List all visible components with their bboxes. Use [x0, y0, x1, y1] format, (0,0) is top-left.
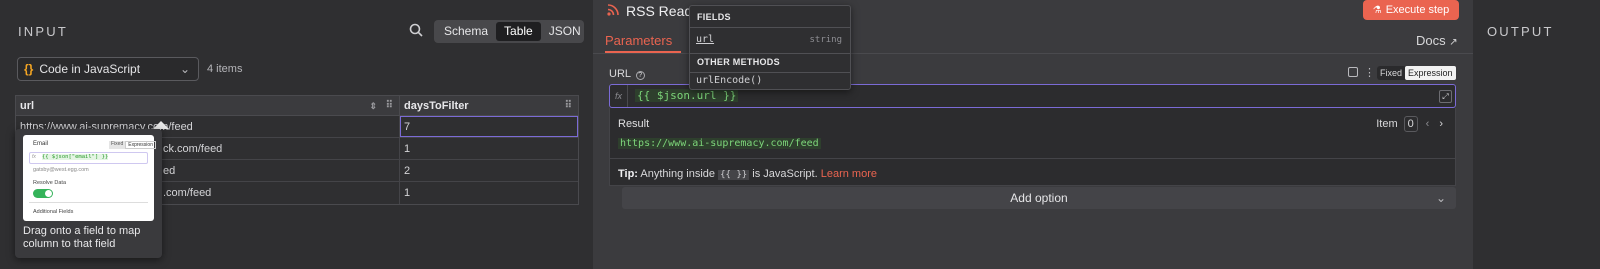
table-cell-days[interactable]: 1	[400, 182, 578, 204]
table-cell-days[interactable]: 7	[400, 116, 578, 137]
autocomplete-item-type: string	[809, 35, 842, 45]
table-header: url ⇕ ⠿ daysToFilter ⠿	[16, 96, 578, 116]
autocomplete-divider	[690, 53, 850, 54]
autocomplete-methods-title: OTHER METHODS	[697, 57, 780, 67]
sort-icon[interactable]: ⇕	[369, 96, 377, 116]
tab-json[interactable]: JSON	[541, 22, 589, 41]
add-option-button[interactable]: Add option ⌄	[622, 187, 1456, 209]
preview-expression: Expression	[125, 141, 156, 149]
expression-tip: Tip: Anything inside {{ }} is JavaScript…	[618, 168, 877, 180]
input-node-select-label: Code in JavaScript	[39, 62, 141, 76]
input-panel: INPUT Schema Table JSON {} Code in JavaS…	[0, 0, 593, 269]
open-expression-editor-icon[interactable]: ⤢	[1439, 90, 1452, 103]
table-cell-url-text: .com/feed	[163, 187, 212, 199]
expression-result-panel: Result Item 0 ‹ › https://www.ai-suprema…	[609, 108, 1456, 186]
preview-email-label: Email	[33, 141, 49, 147]
external-link-icon: ↗	[1449, 37, 1458, 48]
autocomplete-divider	[690, 27, 850, 28]
preview-divider	[29, 202, 148, 203]
learn-more-link[interactable]: Learn more	[821, 168, 877, 180]
tab-table[interactable]: Table	[496, 22, 541, 41]
tip-prefix: Tip:	[618, 168, 638, 180]
expression-code[interactable]: {{ $json.url }}	[635, 89, 739, 102]
table-cell-url-text: ed	[163, 165, 176, 177]
table-cell-days[interactable]: 2	[400, 160, 578, 181]
column-header-label: url	[20, 100, 35, 112]
tab-parameters[interactable]: Parameters	[605, 33, 672, 48]
table-cell-url-text: ck.com/feed	[163, 143, 223, 155]
result-label: Result	[618, 118, 650, 130]
tip-text-1: Anything inside	[640, 168, 716, 180]
execute-step-label: Execute step	[1385, 4, 1450, 16]
table-cell-days[interactable]: 1	[400, 138, 578, 159]
preview-resolve-label: Resolve Data	[33, 180, 67, 186]
add-option-label: Add option	[1010, 191, 1068, 205]
chevron-left-icon[interactable]: ‹	[1426, 118, 1430, 130]
tooltip-text: Drag onto a field to map column to that …	[23, 225, 141, 250]
preview-code: {{ $json["email"] }}	[42, 154, 109, 160]
column-header-label: daysToFilter	[404, 100, 469, 112]
item-index-input[interactable]: 0	[1403, 116, 1418, 132]
drag-handle-icon[interactable]: ⠿	[386, 96, 393, 116]
chevron-down-icon: ⌄	[179, 62, 190, 76]
preview-value: gatsby@west.egg.com	[33, 167, 89, 173]
url-parameter-label: URL ?	[609, 68, 645, 80]
fx-icon: fx	[610, 85, 628, 107]
autocomplete-fields-title: FIELDS	[697, 12, 731, 22]
preview-expression-box: fx {{ $json["email"] }}	[29, 152, 148, 164]
docs-link[interactable]: Docs ↗	[1416, 33, 1458, 48]
autocomplete-item-urlencode[interactable]: urlEncode()	[690, 72, 850, 90]
search-icon[interactable]	[409, 23, 423, 37]
preview-additional-label: Additional Fields	[33, 209, 74, 215]
drag-mapping-tooltip: Email Fixed Expression fx {{ $json["emai…	[15, 129, 162, 258]
mode-fixed[interactable]: Fixed	[1377, 66, 1405, 80]
preview-mode-toggle: Fixed Expression	[109, 141, 156, 149]
input-node-select[interactable]: {} Code in JavaScript ⌄	[17, 57, 199, 81]
code-braces-icon: {}	[24, 62, 34, 76]
tip-code: {{ }}	[718, 170, 750, 180]
help-circle-icon[interactable]: ?	[635, 71, 645, 80]
tip-text-2: is JavaScript.	[752, 168, 818, 180]
tooltip-arrow	[153, 121, 169, 129]
result-value: https://www.ai-supremacy.com/feed	[618, 138, 821, 149]
autocomplete-item-url[interactable]: url string	[690, 31, 850, 49]
column-header-url[interactable]: url ⇕ ⠿	[16, 96, 400, 115]
flask-icon: ⚗	[1372, 5, 1382, 16]
view-switcher: Schema Table JSON	[434, 20, 584, 43]
result-divider	[610, 158, 1455, 159]
mode-expression[interactable]: Expression	[1405, 66, 1456, 80]
url-label-text: URL	[609, 68, 631, 80]
drag-handle-icon[interactable]: ⠿	[565, 96, 572, 116]
preview-fx: fx	[32, 154, 36, 160]
autocomplete-popup: FIELDS url string OTHER METHODS urlEncod…	[689, 5, 851, 90]
chevron-down-icon: ⌄	[1435, 191, 1446, 205]
fixed-expression-toggle: Fixed Expression	[1377, 66, 1456, 80]
item-label: Item	[1376, 118, 1398, 130]
mapping-preview-image: Email Fixed Expression fx {{ $json["emai…	[23, 135, 156, 221]
execute-step-button[interactable]: ⚗ Execute step	[1363, 0, 1459, 20]
tab-schema[interactable]: Schema	[436, 22, 496, 41]
items-count: 4 items	[207, 63, 243, 75]
panel-toggle-icon[interactable]	[1348, 67, 1358, 77]
preview-fixed: Fixed	[109, 141, 126, 149]
docs-label: Docs	[1416, 33, 1446, 48]
item-selector: Item 0 ‹ ›	[1376, 116, 1443, 132]
more-options-icon[interactable]: ⋮	[1364, 66, 1375, 79]
node-title[interactable]: RSS Read	[626, 3, 692, 19]
output-panel-title: OUTPUT	[1487, 24, 1554, 39]
rss-icon	[607, 4, 619, 16]
output-panel: OUTPUT	[1473, 0, 1600, 269]
autocomplete-item-name: url	[696, 34, 715, 45]
preview-toggle	[33, 189, 53, 198]
input-panel-title: INPUT	[18, 24, 68, 39]
column-header-daystofilter[interactable]: daysToFilter ⠿	[400, 96, 578, 115]
chevron-right-icon[interactable]: ›	[1439, 118, 1443, 130]
